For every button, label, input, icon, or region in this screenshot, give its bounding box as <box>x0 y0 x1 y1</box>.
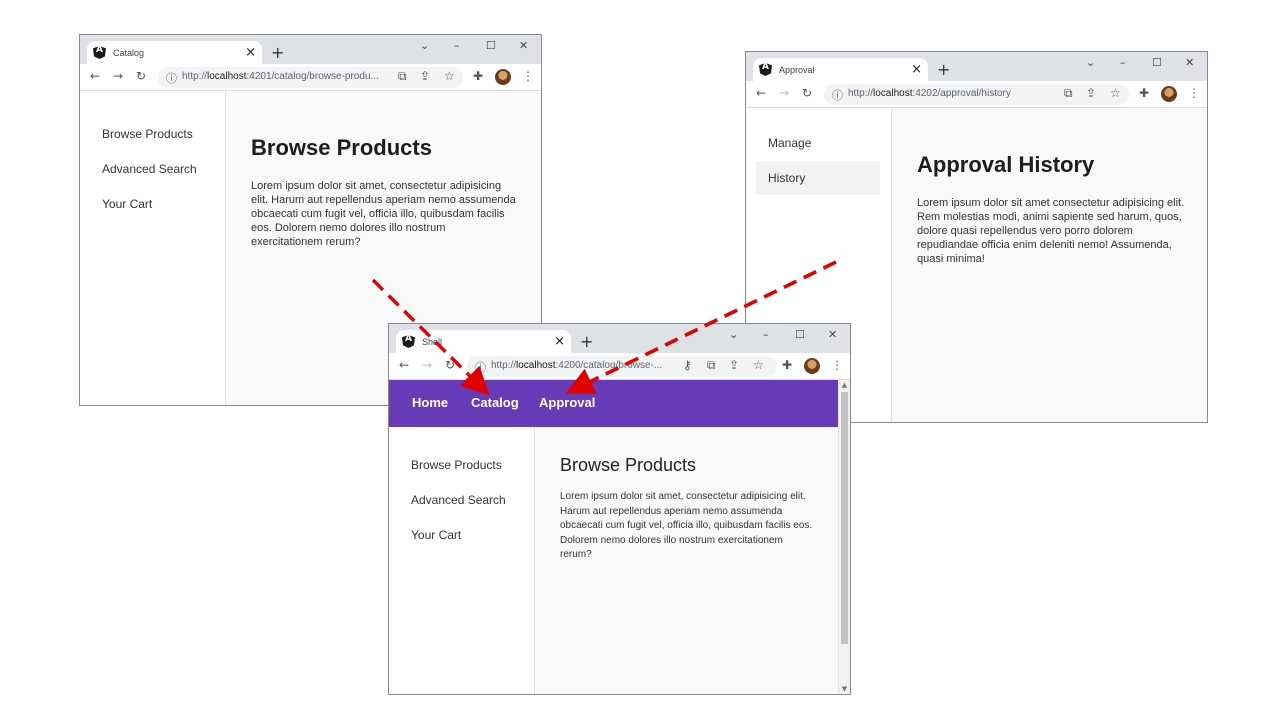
page-title: Browse Products <box>560 455 697 475</box>
tab-search-icon[interactable]: ⌄ <box>420 39 429 52</box>
maximize-button[interactable]: ☐ <box>1152 56 1162 69</box>
site-info-icon[interactable]: ⓘ <box>166 70 177 86</box>
share-icon[interactable]: ⇪ <box>729 358 739 372</box>
url-text[interactable]: http://localhost:4200/catalog/browse-... <box>491 360 662 371</box>
tab-close-icon[interactable]: × <box>911 62 922 77</box>
new-tab-button[interactable]: + <box>271 43 284 62</box>
url-text[interactable]: http://localhost:4202/approval/history <box>848 88 1011 99</box>
browser-toolbar: ← → ↻ ⓘ http://localhost:4202/approval/h… <box>746 81 1207 108</box>
main-content: Browse Products Lorem ipsum dolor sit am… <box>535 427 838 694</box>
browser-tab-approval[interactable]: Approval × <box>753 58 928 81</box>
scroll-up-icon[interactable]: ▲ <box>839 381 850 389</box>
avatar-icon[interactable] <box>495 69 511 85</box>
minimize-button[interactable]: – <box>454 39 460 52</box>
open-in-new-icon[interactable]: ⧉ <box>707 358 716 373</box>
address-bar[interactable]: ⓘ http://localhost:4201/catalog/browse-p… <box>158 67 463 88</box>
avatar-icon[interactable] <box>804 358 820 374</box>
vertical-scrollbar[interactable]: ▲ ▼ <box>838 380 850 694</box>
back-icon[interactable]: ← <box>399 358 409 372</box>
menu-icon[interactable]: ⋮ <box>831 358 843 372</box>
nav-browse-products[interactable]: Browse Products <box>90 117 214 151</box>
page-text: Lorem ipsum dolor sit amet, consectetur … <box>560 491 813 560</box>
site-info-icon[interactable]: ⓘ <box>475 359 486 375</box>
star-icon[interactable]: ☆ <box>1110 86 1121 100</box>
back-icon[interactable]: ← <box>90 69 100 83</box>
side-nav: Browse Products Advanced Search Your Car… <box>80 91 226 405</box>
close-window-button[interactable]: ✕ <box>519 39 528 52</box>
open-in-new-icon[interactable]: ⧉ <box>1064 86 1073 101</box>
browser-toolbar: ← → ↻ ⓘ http://localhost:4200/catalog/br… <box>389 353 850 380</box>
share-icon[interactable]: ⇪ <box>420 69 430 83</box>
title-bar: Shell × + ⌄ – ☐ ✕ <box>389 324 850 353</box>
page-title: Approval History <box>917 152 1095 177</box>
minimize-button[interactable]: – <box>763 328 769 341</box>
nav-your-cart[interactable]: Your Cart <box>90 187 214 221</box>
avatar-icon[interactable] <box>1161 86 1177 102</box>
close-window-button[interactable]: ✕ <box>828 328 837 341</box>
tab-close-icon[interactable]: × <box>245 45 256 60</box>
puzzle-icon[interactable]: ✚ <box>782 358 792 372</box>
open-in-new-icon[interactable]: ⧉ <box>398 69 407 84</box>
address-bar[interactable]: ⓘ http://localhost:4202/approval/history <box>824 84 1129 105</box>
nav-advanced-search[interactable]: Advanced Search <box>90 152 214 186</box>
minimize-button[interactable]: – <box>1120 56 1126 69</box>
key-icon[interactable]: ⚷ <box>683 358 692 372</box>
tab-search-icon[interactable]: ⌄ <box>729 328 738 341</box>
nav-approval[interactable]: Approval <box>539 395 595 410</box>
puzzle-icon[interactable]: ✚ <box>1139 86 1149 100</box>
nav-browse-products[interactable]: Browse Products <box>399 448 523 482</box>
shell-browser-window: Shell × + ⌄ – ☐ ✕ ← → ↻ ⓘ http://localho… <box>388 323 851 695</box>
side-nav: Browse Products Advanced Search Your Car… <box>389 427 535 694</box>
browser-tab-shell[interactable]: Shell × <box>396 330 571 353</box>
angular-logo-icon <box>402 335 415 348</box>
puzzle-icon[interactable]: ✚ <box>473 69 483 83</box>
title-bar: Approval × + ⌄ – ☐ ✕ <box>746 52 1207 81</box>
angular-logo-icon <box>93 46 106 59</box>
star-icon[interactable]: ☆ <box>444 69 455 83</box>
tab-close-icon[interactable]: × <box>554 334 565 349</box>
page-text: Lorem ipsum dolor sit amet consectetur a… <box>917 197 1185 265</box>
main-content: Approval History Lorem ipsum dolor sit a… <box>892 108 1207 422</box>
nav-catalog[interactable]: Catalog <box>471 395 519 410</box>
menu-icon[interactable]: ⋮ <box>1188 86 1200 100</box>
tab-title: Approval <box>779 64 815 75</box>
nav-history[interactable]: History <box>756 161 880 195</box>
shell-page: Browse Products Advanced Search Your Car… <box>389 427 838 694</box>
new-tab-button[interactable]: + <box>580 332 593 351</box>
maximize-button[interactable]: ☐ <box>795 328 805 341</box>
forward-icon[interactable]: → <box>113 69 123 83</box>
nav-manage[interactable]: Manage <box>756 126 880 160</box>
tab-title: Shell <box>422 336 443 347</box>
angular-logo-icon <box>759 63 772 76</box>
page-text: Lorem ipsum dolor sit amet, consectetur … <box>251 180 516 248</box>
reload-icon[interactable]: ↻ <box>802 86 812 100</box>
browser-toolbar: ← → ↻ ⓘ http://localhost:4201/catalog/br… <box>80 64 541 91</box>
url-text[interactable]: http://localhost:4201/catalog/browse-pro… <box>182 71 379 82</box>
maximize-button[interactable]: ☐ <box>486 39 496 52</box>
nav-your-cart[interactable]: Your Cart <box>399 518 523 552</box>
scroll-down-icon[interactable]: ▼ <box>839 685 850 693</box>
new-tab-button[interactable]: + <box>937 60 950 79</box>
share-icon[interactable]: ⇪ <box>1086 86 1096 100</box>
tab-search-icon[interactable]: ⌄ <box>1086 56 1095 69</box>
nav-advanced-search[interactable]: Advanced Search <box>399 483 523 517</box>
site-info-icon[interactable]: ⓘ <box>832 87 843 103</box>
browser-tab-catalog[interactable]: Catalog × <box>87 41 262 64</box>
star-icon[interactable]: ☆ <box>753 358 764 372</box>
title-bar: Catalog × + ⌄ – ☐ ✕ <box>80 35 541 64</box>
nav-home[interactable]: Home <box>412 395 448 410</box>
forward-icon[interactable]: → <box>422 358 432 372</box>
close-window-button[interactable]: ✕ <box>1185 56 1194 69</box>
shell-top-nav: Home Catalog Approval <box>389 380 838 427</box>
forward-icon[interactable]: → <box>779 86 789 100</box>
page-title: Browse Products <box>251 135 432 160</box>
reload-icon[interactable]: ↻ <box>445 358 455 372</box>
back-icon[interactable]: ← <box>756 86 766 100</box>
scroll-thumb[interactable] <box>841 392 848 644</box>
menu-icon[interactable]: ⋮ <box>522 69 534 83</box>
reload-icon[interactable]: ↻ <box>136 69 146 83</box>
tab-title: Catalog <box>113 47 145 58</box>
